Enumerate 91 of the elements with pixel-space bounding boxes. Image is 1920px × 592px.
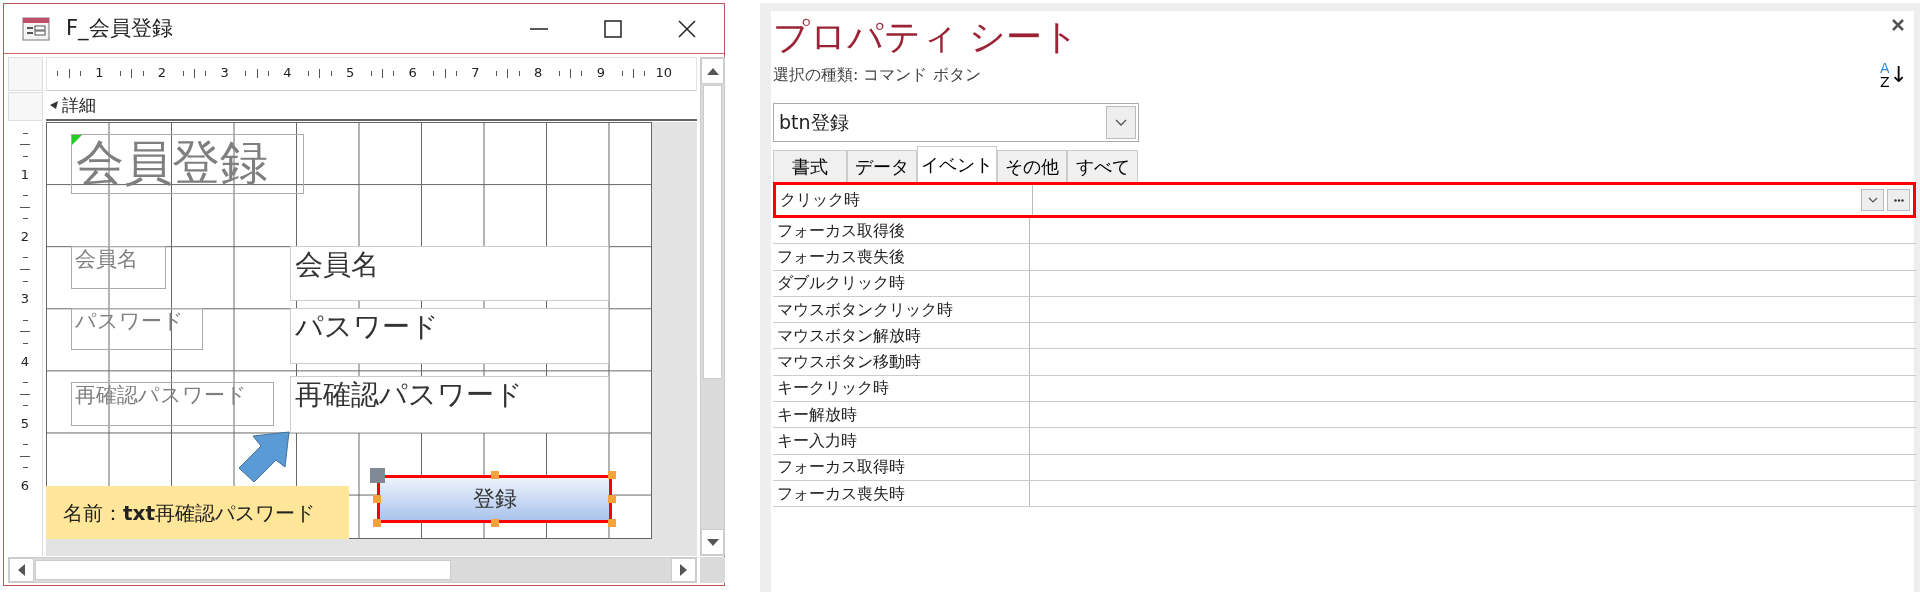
- scroll-right-button[interactable]: [671, 558, 696, 582]
- property-row[interactable]: キー入力時: [773, 428, 1916, 455]
- ruler-number: 4: [20, 354, 30, 368]
- object-select[interactable]: btn登録: [773, 103, 1139, 142]
- property-row[interactable]: フォーカス喪失時: [773, 480, 1916, 508]
- dropdown-button[interactable]: [1106, 106, 1136, 139]
- property-row[interactable]: クリック時: [773, 182, 1916, 218]
- minimize-icon: [530, 27, 548, 30]
- ruler-number: 10: [655, 66, 672, 80]
- text-box[interactable]: 再確認パスワード: [290, 376, 609, 433]
- horizontal-scrollbar[interactable]: [8, 557, 697, 583]
- close-icon: [1892, 19, 1904, 31]
- property-name: ダブルクリック時: [773, 270, 1030, 296]
- property-name: フォーカス喪失時: [773, 480, 1030, 507]
- register-button[interactable]: 登録: [377, 475, 612, 523]
- chevron-icon: [1867, 197, 1878, 203]
- arrow-icon: [236, 431, 290, 484]
- ruler-number: 5: [20, 416, 30, 430]
- section-title: 詳細: [62, 93, 96, 117]
- left-arrow-icon: [18, 564, 25, 576]
- scroll-down-button[interactable]: [701, 529, 724, 555]
- resize-handle[interactable]: [490, 471, 499, 479]
- property-row[interactable]: ダブルクリック時: [773, 270, 1916, 297]
- property-name: フォーカス取得後: [773, 218, 1030, 244]
- section-selector[interactable]: [8, 92, 43, 121]
- property-name: フォーカス喪失後: [773, 244, 1030, 270]
- build-button[interactable]: [1887, 189, 1910, 211]
- ruler-number: 7: [470, 66, 481, 80]
- ruler-number: 3: [219, 66, 230, 80]
- property-row[interactable]: マウスボタンクリック時: [773, 296, 1916, 324]
- ruler-number: 3: [20, 292, 30, 306]
- down-arrow-icon: [706, 538, 719, 546]
- property-name: キー入力時: [773, 428, 1030, 454]
- scroll-up-button[interactable]: [701, 58, 724, 84]
- ruler-number: 1: [94, 66, 105, 80]
- resize-handle[interactable]: [373, 495, 381, 503]
- property-row[interactable]: マウスボタン移動時: [773, 349, 1916, 376]
- right-arrow-icon: [680, 564, 687, 576]
- ellipsis-icon: [1893, 198, 1904, 202]
- ruler-number: 6: [407, 66, 418, 80]
- resize-handle[interactable]: [373, 519, 381, 527]
- resize-handle[interactable]: [490, 519, 499, 527]
- ruler-number: 9: [595, 66, 606, 80]
- property-tab[interactable]: すべて: [1067, 150, 1138, 182]
- property-row[interactable]: キー解放時: [773, 402, 1916, 429]
- scrollbar-thumb[interactable]: [703, 85, 722, 379]
- resize-handle[interactable]: [608, 519, 616, 527]
- move-handle[interactable]: [370, 468, 385, 483]
- ruler-number: 1: [20, 167, 30, 181]
- close-icon: [678, 19, 696, 38]
- text-box[interactable]: パスワード: [290, 308, 609, 364]
- property-row[interactable]: フォーカス喪失後: [773, 244, 1916, 271]
- dropdown-button[interactable]: [1861, 189, 1884, 211]
- property-row[interactable]: キークリック時: [773, 375, 1916, 403]
- maximize-icon: [604, 19, 622, 38]
- ruler-number: 5: [344, 66, 356, 80]
- callout-note: 名前：txt再確認パスワード: [46, 486, 349, 539]
- ruler-number: 2: [156, 66, 168, 80]
- window-title: F_会員登録: [66, 14, 174, 43]
- ruler-number: 2: [20, 229, 30, 243]
- text-box[interactable]: 会員名: [290, 246, 609, 301]
- vertical-scrollbar[interactable]: [700, 57, 725, 556]
- property-tab[interactable]: 書式: [773, 150, 847, 182]
- scroll-left-button[interactable]: [9, 558, 34, 582]
- property-tab[interactable]: イベント: [917, 146, 997, 182]
- panel-title: プロパティ シート: [773, 15, 1080, 59]
- selection-type: 選択の種類: コマンド ボタン: [773, 64, 981, 86]
- property-row[interactable]: フォーカス取得時: [773, 454, 1916, 481]
- scrollbar-corner: [700, 557, 725, 583]
- property-name: マウスボタン移動時: [773, 349, 1030, 375]
- resize-handle[interactable]: [608, 471, 616, 479]
- property-name: クリック時: [776, 185, 1033, 215]
- ruler-corner: [8, 57, 43, 91]
- property-row[interactable]: マウスボタン解放時: [773, 323, 1916, 350]
- property-name: フォーカス取得時: [773, 454, 1030, 480]
- form-icon: [22, 16, 50, 41]
- up-arrow-icon: [706, 67, 719, 75]
- ruler-number: 4: [282, 66, 293, 80]
- property-name: マウスボタン解放時: [773, 323, 1030, 349]
- property-tab[interactable]: データ: [847, 150, 917, 182]
- property-name: キークリック時: [773, 375, 1030, 402]
- section-marker-icon: [50, 101, 59, 110]
- scrollbar-thumb[interactable]: [35, 560, 451, 580]
- resize-handle[interactable]: [608, 495, 616, 503]
- chevron-icon: [1115, 119, 1127, 126]
- property-tab[interactable]: その他: [997, 150, 1067, 182]
- ruler-number: 8: [533, 66, 544, 80]
- property-name: マウスボタンクリック時: [773, 296, 1030, 323]
- property-row[interactable]: フォーカス取得後: [773, 218, 1916, 245]
- property-name: キー解放時: [773, 402, 1030, 428]
- ruler-number: 6: [20, 479, 30, 493]
